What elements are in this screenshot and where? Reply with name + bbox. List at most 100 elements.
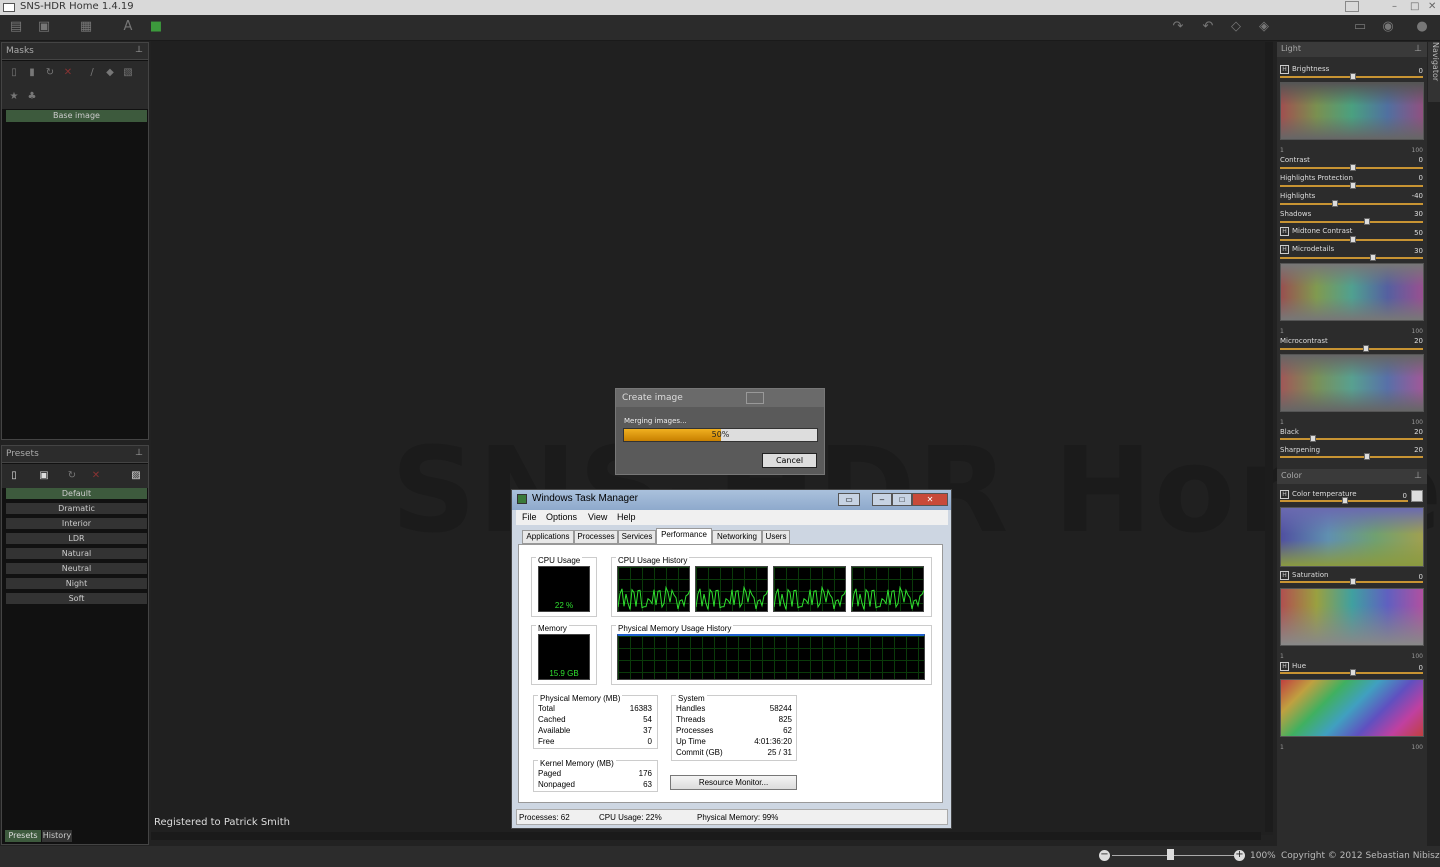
slider-knob[interactable] — [1350, 578, 1356, 585]
pin-icon[interactable]: ⊥ — [1414, 44, 1422, 54]
temp-slider[interactable] — [1280, 497, 1408, 504]
tab-users[interactable]: Users — [762, 530, 790, 544]
refresh-mask-icon[interactable]: ↻ — [42, 65, 58, 81]
save-icon[interactable]: ▣ — [36, 19, 52, 35]
preset-item[interactable]: Default — [6, 488, 147, 499]
highlights-slider[interactable] — [1280, 200, 1423, 207]
h-scrollbar[interactable] — [151, 832, 1261, 840]
menu-help[interactable]: Help — [617, 512, 636, 522]
histogram-icon[interactable]: H — [1280, 227, 1289, 236]
slider-knob[interactable] — [1332, 200, 1338, 207]
slider-knob[interactable] — [1363, 345, 1369, 352]
slider-knob[interactable] — [1350, 182, 1356, 189]
slider-knob[interactable] — [1364, 453, 1370, 460]
restore-icon[interactable] — [746, 392, 764, 404]
slider-knob[interactable] — [1350, 669, 1356, 676]
save-preset-icon[interactable]: ▣ — [36, 468, 52, 484]
hl-prot-slider[interactable] — [1280, 182, 1423, 189]
delete-preset-icon[interactable]: ✕ — [88, 468, 104, 484]
zoom-out-icon[interactable]: − — [1099, 850, 1110, 861]
new-mask-icon[interactable]: ▯ — [6, 65, 22, 81]
delete-mask-icon[interactable]: ✕ — [60, 65, 76, 81]
export-icon[interactable]: ▦ — [78, 19, 94, 35]
open-icon[interactable]: ▤ — [8, 19, 24, 35]
close-button[interactable]: ✕ — [1428, 1, 1436, 12]
slider-knob[interactable] — [1342, 497, 1348, 504]
histogram-icon[interactable]: H — [1280, 571, 1289, 580]
menu-file[interactable]: File — [522, 512, 537, 522]
pin-icon[interactable]: ⊥ — [135, 448, 143, 458]
monitor-icon[interactable]: ■ — [148, 19, 164, 35]
refresh-preset-icon[interactable]: ↻ — [64, 468, 80, 484]
preset-item[interactable]: Soft — [6, 593, 147, 604]
tab-presets[interactable]: Presets — [5, 830, 41, 842]
slider-knob[interactable] — [1310, 435, 1316, 442]
tm-minimize-button[interactable]: – — [872, 493, 892, 506]
preset-item[interactable]: Night — [6, 578, 147, 589]
navigator-tab[interactable]: Navigator — [1428, 42, 1440, 102]
eraser-icon[interactable]: ◆ — [102, 65, 118, 81]
screen-icon[interactable]: ▭ — [1352, 19, 1368, 35]
preset-item[interactable]: Natural — [6, 548, 147, 559]
microcontrast-slider[interactable] — [1280, 345, 1423, 352]
slider-knob[interactable] — [1364, 218, 1370, 225]
tab-services[interactable]: Services — [618, 530, 656, 544]
zoom-in-icon[interactable]: + — [1234, 850, 1245, 861]
zoom-knob[interactable] — [1167, 849, 1174, 860]
eyedropper-icon[interactable] — [1411, 490, 1423, 502]
resource-monitor-button[interactable]: Resource Monitor... — [670, 775, 797, 790]
menu-options[interactable]: Options — [546, 512, 577, 522]
star-icon[interactable]: ★ — [6, 89, 22, 105]
image-mask-icon[interactable]: ▧ — [120, 65, 136, 81]
tab-history[interactable]: History — [42, 830, 72, 842]
info-icon[interactable]: ● — [1414, 19, 1430, 35]
histogram-icon[interactable]: H — [1280, 490, 1289, 499]
minimize-button[interactable]: – — [1392, 1, 1397, 12]
restore-icon[interactable] — [1345, 1, 1359, 12]
tab-networking[interactable]: Networking — [712, 530, 762, 544]
sharpening-slider[interactable] — [1280, 453, 1423, 460]
histogram-icon[interactable]: H — [1280, 245, 1289, 254]
tm-close-button[interactable]: ✕ — [912, 493, 948, 506]
pin-icon[interactable]: ⊥ — [1414, 471, 1422, 481]
saturation-slider[interactable] — [1280, 578, 1423, 585]
undo-icon[interactable]: ↶ — [1200, 19, 1216, 35]
tm-restore-icon[interactable]: ▭ — [838, 493, 860, 506]
microdetails-slider[interactable] — [1280, 254, 1423, 261]
hue-slider[interactable] — [1280, 669, 1423, 676]
new-preset-icon[interactable]: ▯ — [6, 468, 22, 484]
midtone-slider[interactable] — [1280, 236, 1423, 243]
preset-item[interactable]: Dramatic — [6, 503, 147, 514]
rotate-icon[interactable]: ◈ — [1256, 19, 1272, 35]
cancel-button[interactable]: Cancel — [762, 453, 817, 468]
tab-applications[interactable]: Applications — [522, 530, 574, 544]
slider-knob[interactable] — [1350, 73, 1356, 80]
tab-performance[interactable]: Performance — [656, 528, 712, 544]
preset-item[interactable]: Interior — [6, 518, 147, 529]
text-icon[interactable]: A — [120, 19, 136, 35]
brush-icon[interactable]: / — [84, 65, 100, 81]
copy-mask-icon[interactable]: ▮ — [24, 65, 40, 81]
redo-icon[interactable]: ↷ — [1170, 19, 1186, 35]
contrast-slider[interactable] — [1280, 164, 1423, 171]
preset-item[interactable]: Neutral — [6, 563, 147, 574]
menu-view[interactable]: View — [588, 512, 607, 522]
slider-knob[interactable] — [1370, 254, 1376, 261]
histogram-icon[interactable]: H — [1280, 65, 1289, 74]
base-image-item[interactable]: Base image — [6, 110, 147, 122]
image-preset-icon[interactable]: ▨ — [128, 468, 144, 484]
tm-maximize-button[interactable]: □ — [892, 493, 912, 506]
shadows-slider[interactable] — [1280, 218, 1423, 225]
pin-icon[interactable]: ⊥ — [135, 45, 143, 55]
refresh-icon[interactable]: ◉ — [1380, 19, 1396, 35]
tree-icon[interactable]: ♣ — [24, 89, 40, 105]
v-scrollbar[interactable] — [1265, 42, 1273, 832]
black-slider[interactable] — [1280, 435, 1423, 442]
preset-item[interactable]: LDR — [6, 533, 147, 544]
histogram-icon[interactable]: H — [1280, 662, 1289, 671]
tab-processes[interactable]: Processes — [574, 530, 618, 544]
slider-knob[interactable] — [1350, 236, 1356, 243]
compare-icon[interactable]: ◇ — [1228, 19, 1244, 35]
slider-knob[interactable] — [1350, 164, 1356, 171]
brightness-slider[interactable] — [1280, 73, 1423, 80]
